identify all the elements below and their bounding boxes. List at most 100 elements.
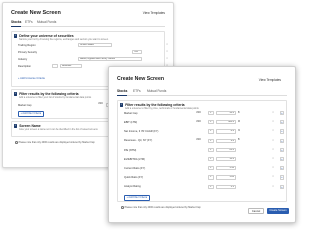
criteria-input[interactable] <box>52 64 58 69</box>
criteria-row: Market Cap USD ≥50.0 B ✕ + <box>124 111 284 116</box>
create-screen-button[interactable]: Create Screen <box>267 208 289 214</box>
criteria-row: Trading Region United States ✕ <box>18 43 168 48</box>
criteria-select[interactable]: United States <box>78 43 112 48</box>
tab-etfs[interactable]: ETFs <box>133 89 141 93</box>
add-row-icon[interactable]: + <box>280 184 284 189</box>
delete-icon[interactable]: ✕ <box>272 129 274 132</box>
criteria-row: P/E (NTM) ≤25.0 ✕ + <box>124 147 284 153</box>
delete-icon[interactable]: ✕ <box>272 120 274 123</box>
criteria-row: Industry Banks, Apparel and Luxury Goods… <box>18 57 168 62</box>
dialog-titlebar: Create New Screen View Templates <box>3 3 173 17</box>
value-input[interactable]: 600.0 <box>216 120 236 125</box>
currency-select[interactable]: USD <box>196 121 201 123</box>
value-input[interactable]: 2.0 <box>216 138 236 143</box>
delete-icon[interactable]: ✕ <box>272 166 274 169</box>
security-type-tabs: Stocks ETFs Mutual Funds <box>11 19 165 28</box>
add-universe-criteria-link[interactable]: + Add Universe Criteria <box>18 77 45 80</box>
criteria-label: EV/EBITDA (LTM) <box>124 157 145 161</box>
value-input[interactable]: 25.0 <box>216 147 236 152</box>
view-templates-link[interactable]: View Templates <box>259 78 281 82</box>
value-input[interactable]: 1.00 <box>216 175 236 180</box>
footer-note-text: Please note that only 2000 results are d… <box>18 141 95 144</box>
tab-mutual-funds[interactable]: Mutual Funds <box>37 20 56 24</box>
operator-select[interactable]: ≤ <box>208 147 214 152</box>
criteria-label: Revenues - Qtr, NY (FY) <box>124 139 153 143</box>
criteria-label: Net Income, 3 YR CAGR (FY) <box>124 130 159 134</box>
criteria-row: Quick Ratio (FY) ≥1.00 ✕ + <box>124 175 284 180</box>
add-row-icon[interactable]: + <box>280 147 284 152</box>
cancel-button[interactable]: Cancel <box>248 208 264 214</box>
operator-select[interactable]: ≥ <box>208 138 214 143</box>
operator-select[interactable]: ≥ <box>208 175 214 180</box>
section-subtitle: Add a universe to filter by price, techn… <box>125 107 199 110</box>
currency-select[interactable]: USD <box>98 103 103 105</box>
info-icon: i <box>15 141 18 145</box>
criteria-label: Primary Security <box>18 50 38 54</box>
add-row-icon[interactable]: + <box>280 120 284 125</box>
delete-icon[interactable]: ✕ <box>272 157 274 160</box>
criteria-label: Analyst Rating <box>124 185 141 189</box>
view-templates-link[interactable]: View Templates <box>143 11 165 15</box>
criteria-select[interactable]: Business <box>60 64 82 69</box>
footer-note: i Please note that only 2000 results are… <box>121 206 201 209</box>
currency-select[interactable]: USD <box>196 112 201 114</box>
operator-select[interactable]: ≥ <box>208 120 214 125</box>
criteria-row: Analyst Rating ≥3.5 ✕ + <box>124 184 284 190</box>
criteria-row: Net Income, 3 YR CAGR (FY) ≥8.0% ✕ + <box>124 129 284 134</box>
tab-stocks[interactable]: Stocks <box>11 20 22 28</box>
delete-icon[interactable]: ✕ <box>272 111 274 114</box>
tab-stocks[interactable]: Stocks <box>117 89 128 97</box>
add-filter-criteria-button[interactable]: + Add Filter Criteria <box>124 195 150 201</box>
criteria-label: P/E (NTM) <box>124 148 137 152</box>
criteria-row: EV/EBITDA (LTM) ≤15.0 ✕ + <box>124 157 284 162</box>
unit-select[interactable]: M <box>238 121 240 123</box>
criteria-select[interactable]: Yes <box>132 50 142 55</box>
operator-select[interactable]: ≥ <box>208 129 214 134</box>
add-row-icon[interactable]: + <box>280 175 284 180</box>
delete-icon[interactable]: ✕ <box>272 148 274 151</box>
criteria-label: EBIT (LTM) <box>124 120 138 124</box>
delete-icon[interactable]: ✕ <box>166 43 168 46</box>
add-row-icon[interactable]: + <box>280 166 284 171</box>
delete-icon[interactable]: ✕ <box>166 50 168 53</box>
delete-icon[interactable]: ✕ <box>272 139 274 142</box>
criteria-row: Primary Security Yes ✕ <box>18 50 168 55</box>
criteria-row: Current Ratio (FY) ≥1.50 ✕ + <box>124 166 284 171</box>
add-row-icon[interactable]: + <box>280 111 284 116</box>
currency-select[interactable]: USD <box>196 139 201 141</box>
delete-icon[interactable]: ✕ <box>166 57 168 60</box>
step-check-icon: ✓ <box>120 103 124 107</box>
section-subtitle: Add a universe to filter your list of st… <box>19 96 92 99</box>
unit-select[interactable]: B <box>238 112 240 114</box>
operator-select[interactable]: ≥ <box>208 111 214 116</box>
add-row-icon[interactable]: + <box>280 138 284 143</box>
operator-select[interactable]: ≥ <box>208 166 214 171</box>
unit-select[interactable]: B <box>238 139 240 141</box>
dialog-title: Create New Screen <box>11 10 61 16</box>
unit-select[interactable]: % <box>238 130 240 132</box>
tab-etfs[interactable]: ETFs <box>25 20 33 24</box>
step-check-icon: ✓ <box>14 34 18 38</box>
dialog-titlebar: Create New Screen View Templates <box>109 67 295 82</box>
value-input[interactable]: 15.0 <box>216 157 236 162</box>
delete-icon[interactable]: ✕ <box>272 185 274 188</box>
value-input[interactable]: 50.0 <box>216 111 236 116</box>
tab-mutual-funds[interactable]: Mutual Funds <box>147 89 166 93</box>
criteria-label: Quick Ratio (FY) <box>124 176 144 180</box>
value-input[interactable]: 1.50 <box>216 166 236 171</box>
criteria-label: Trading Region <box>18 43 36 47</box>
criteria-label: Description <box>18 64 31 68</box>
delete-icon[interactable]: ✕ <box>272 175 274 178</box>
front-dialog: Create New Screen View Templates Stocks … <box>108 66 296 223</box>
value-input[interactable]: 3.5 <box>216 184 236 189</box>
value-input[interactable]: 8.0 <box>216 129 236 134</box>
add-filter-criteria-button[interactable]: + Add Filter Criteria <box>18 111 44 117</box>
footer-note-text: Please note that only 2000 results are d… <box>124 206 201 209</box>
add-row-icon[interactable]: + <box>280 157 284 162</box>
criteria-row: EBIT (LTM) USD ≥600.0 M ✕ + <box>124 120 284 125</box>
dialog-title: Create New Screen <box>117 76 164 82</box>
criteria-select[interactable]: Banks, Apparel and Luxury Goods <box>78 57 142 62</box>
operator-select[interactable]: ≤ <box>208 157 214 162</box>
operator-select[interactable]: ≥ <box>208 184 214 189</box>
add-row-icon[interactable]: + <box>280 129 284 134</box>
